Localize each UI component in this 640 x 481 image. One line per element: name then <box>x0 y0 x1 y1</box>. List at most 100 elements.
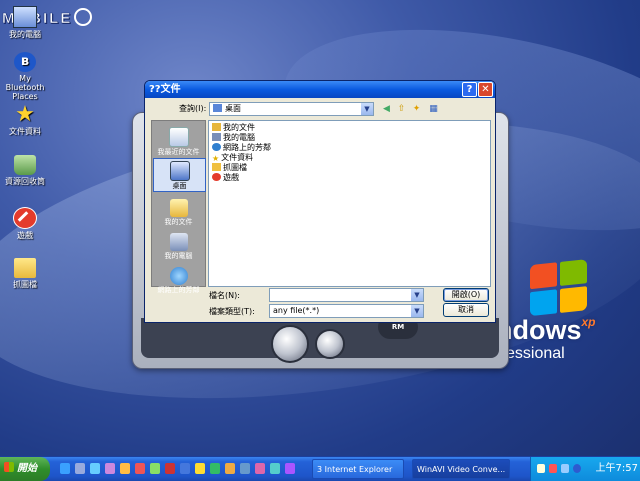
look-in-value: 桌面 <box>225 104 241 113</box>
place-label: 桌面 <box>172 182 187 190</box>
quicklaunch-icon[interactable] <box>180 463 190 474</box>
look-in-select[interactable]: 桌面 ▼ <box>209 102 374 116</box>
recycle-bin-icon <box>14 155 36 175</box>
list-item[interactable]: 我的電腦 <box>212 133 255 143</box>
desktop-icon-label: 抓圖檔 <box>13 280 37 289</box>
bluetooth-tray-icon[interactable] <box>573 464 581 473</box>
filetype-select[interactable]: any file(*.*) ▼ <box>269 304 424 318</box>
cancel-button[interactable]: 取消 <box>443 303 489 317</box>
player-volume-knob[interactable] <box>271 325 309 363</box>
quicklaunch-icon[interactable] <box>255 463 265 474</box>
chevron-down-icon[interactable]: ▼ <box>411 305 423 317</box>
desktop-icon-screenshots[interactable]: 抓圖檔 <box>0 258 50 289</box>
place-desktop[interactable]: 桌面 <box>153 158 206 192</box>
file-name: 遊戲 <box>223 173 239 182</box>
file-name: 網路上的芳鄰 <box>223 143 271 152</box>
dialog-title: ??文件 <box>149 84 181 95</box>
folder-icon <box>14 258 36 278</box>
windows-wordmark: ndowsxp <box>496 315 596 345</box>
place-label: 我最近的文件 <box>157 148 200 156</box>
list-item[interactable]: 網路上的芳鄰 <box>212 143 271 153</box>
quicklaunch-icon[interactable] <box>135 463 145 474</box>
start-button[interactable]: 開始 <box>0 457 50 481</box>
file-list[interactable]: 我的文件 我的電腦 網路上的芳鄰 ★ 文件資料 抓圖檔 遊戲 <box>208 120 491 287</box>
quicklaunch-icon[interactable] <box>120 463 130 474</box>
star-icon: ★ <box>15 102 35 127</box>
recent-documents-icon <box>168 127 189 147</box>
quicklaunch-icon[interactable] <box>195 463 205 474</box>
desktop-icon <box>213 104 222 112</box>
file-name: 我的電腦 <box>223 133 255 142</box>
bluetooth-icon: ʙ <box>14 52 36 72</box>
desktop-icon-recycle-bin[interactable]: 資源回收筒 <box>0 155 50 186</box>
back-icon[interactable]: ◀ <box>380 103 393 116</box>
quicklaunch-icon[interactable] <box>225 463 235 474</box>
look-in-label: 查詢(I): <box>179 104 207 113</box>
system-tray: 上午7:57 <box>530 457 640 481</box>
open-button[interactable]: 開啟(O) <box>443 288 489 302</box>
place-network[interactable]: 網路上的芳鄰 <box>153 265 204 294</box>
place-my-computer[interactable]: 我的電腦 <box>153 231 204 260</box>
place-label: 我的文件 <box>164 218 193 226</box>
desktop-icon-label: 遊戲 <box>17 231 33 240</box>
desktop-icon-documents[interactable]: ★ 文件資料 <box>0 102 50 137</box>
place-my-documents[interactable]: 我的文件 <box>153 197 204 226</box>
no-entry-icon <box>212 173 221 181</box>
close-button[interactable]: ✕ <box>478 82 493 97</box>
new-folder-icon[interactable]: ✦ <box>410 103 423 116</box>
show-desktop-icon[interactable] <box>75 463 85 474</box>
folder-icon <box>212 163 221 171</box>
list-item[interactable]: 我的文件 <box>212 123 255 133</box>
quicklaunch-icon[interactable] <box>90 463 100 474</box>
no-entry-icon <box>13 207 37 229</box>
tray-icon[interactable] <box>561 464 569 473</box>
chevron-down-icon[interactable]: ▼ <box>361 103 373 115</box>
view-menu-icon[interactable]: ▦ <box>427 103 440 116</box>
filename-field[interactable]: ▼ <box>269 288 424 302</box>
up-folder-icon[interactable]: ⇧ <box>395 103 408 116</box>
desktop-icon-label: 我的電腦 <box>9 30 41 39</box>
quicklaunch-icon[interactable] <box>150 463 160 474</box>
places-bar: 我最近的文件 桌面 我的文件 我的電腦 網路上的芳鄰 <box>151 120 206 294</box>
tray-icon[interactable] <box>537 464 545 473</box>
taskbar: 開始 3 Internet Explorer WinAVI Video Conv… <box>0 456 640 481</box>
desktop-icon-bluetooth[interactable]: ʙ My Bluetooth Places <box>0 52 50 101</box>
list-item[interactable]: 遊戲 <box>212 173 239 183</box>
my-documents-icon <box>169 199 188 217</box>
my-documents-icon <box>212 123 221 131</box>
task-button-winavi[interactable]: WinAVI Video Conve... <box>412 459 510 479</box>
filename-label: 檔名(N): <box>209 291 240 300</box>
quicklaunch-icon[interactable] <box>105 463 115 474</box>
quicklaunch-icon[interactable] <box>210 463 220 474</box>
network-places-icon <box>212 143 221 151</box>
place-recent-documents[interactable]: 我最近的文件 <box>153 125 204 156</box>
clock[interactable]: 上午7:57 <box>596 457 638 481</box>
quicklaunch-icon[interactable] <box>240 463 250 474</box>
desktop-icon-label: 文件資料 <box>9 127 41 136</box>
quicklaunch-icon[interactable] <box>285 463 295 474</box>
my-computer-icon <box>212 133 221 141</box>
task-button-ie[interactable]: 3 Internet Explorer <box>312 459 404 479</box>
place-label: 網路上的芳鄰 <box>157 286 200 294</box>
open-file-dialog: ??文件 ? ✕ 查詢(I): 桌面 ▼ ◀ ⇧ ✦ ▦ 我最近的文件 桌面 我… <box>144 80 496 323</box>
desktop-icon <box>169 161 190 181</box>
desktop-icon-label: 資源回收筒 <box>5 177 45 186</box>
help-button[interactable]: ? <box>462 82 477 97</box>
quicklaunch-icon[interactable] <box>165 463 175 474</box>
desktop-icon-my-computer[interactable]: 我的電腦 <box>0 6 50 39</box>
windows-logo-icon <box>4 462 14 472</box>
desktop-icon-games[interactable]: 遊戲 <box>0 207 50 240</box>
place-label: 我的電腦 <box>164 252 193 260</box>
ie-quicklaunch-icon[interactable] <box>60 463 70 474</box>
quicklaunch-icon[interactable] <box>270 463 280 474</box>
player-play-button[interactable] <box>315 329 345 359</box>
windows-edition-text: essional <box>506 345 565 362</box>
start-label: 開始 <box>17 463 37 474</box>
desktop-icon-label: My Bluetooth Places <box>5 74 45 101</box>
dialog-titlebar[interactable]: ??文件 ? ✕ <box>145 81 495 98</box>
file-name: 我的文件 <box>223 123 255 132</box>
my-computer-icon <box>169 233 188 251</box>
list-item[interactable]: 抓圖檔 <box>212 163 247 173</box>
chevron-down-icon[interactable]: ▼ <box>411 289 423 301</box>
tray-icon[interactable] <box>549 464 557 473</box>
